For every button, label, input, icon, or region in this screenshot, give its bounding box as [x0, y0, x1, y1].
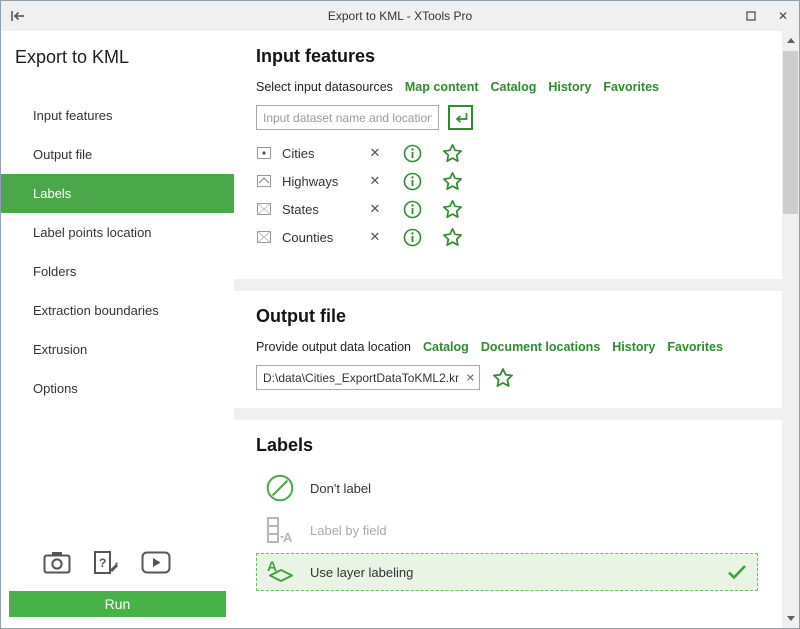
link-catalog[interactable]: Catalog [491, 80, 537, 94]
output-file-prompt: Provide output data location [256, 340, 411, 354]
sidebar: Export to KML Input features Output file… [1, 31, 234, 628]
section-divider [234, 279, 782, 291]
layer-row-counties: Counties ✕ [256, 223, 764, 251]
feedback-help-icon[interactable]: ? [93, 550, 119, 575]
layer-name: Counties [282, 230, 358, 245]
layer-info-icon[interactable] [392, 172, 432, 191]
clear-path-icon[interactable]: ✕ [466, 371, 475, 384]
selected-check-icon [727, 564, 747, 580]
option-label-by-field[interactable]: A Label by field [256, 511, 758, 549]
layer-name: Cities [282, 146, 358, 161]
polygon-layer-icon [256, 201, 274, 217]
add-dataset-enter-icon[interactable] [448, 105, 473, 130]
titlebar: Export to KML - XTools Pro ✕ [1, 1, 799, 31]
link-history[interactable]: History [548, 80, 591, 94]
sidebar-title: Export to KML [1, 31, 234, 68]
layer-info-icon[interactable] [392, 144, 432, 163]
remove-layer-icon[interactable]: ✕ [358, 145, 392, 161]
sidebar-item-folders[interactable]: Folders [1, 252, 234, 291]
scroll-up-icon[interactable] [782, 32, 799, 49]
scroll-down-icon[interactable] [782, 610, 799, 627]
dataset-name-input[interactable] [256, 105, 439, 130]
svg-text:A: A [283, 530, 293, 545]
layer-favorite-star-icon[interactable] [432, 199, 472, 220]
line-layer-icon [256, 173, 274, 189]
output-favorite-star-icon[interactable] [492, 367, 514, 389]
main-content: Input features Select input datasources … [234, 31, 782, 628]
layer-row-states: States ✕ [256, 195, 764, 223]
input-features-section: Input features Select input datasources … [234, 31, 782, 279]
sidebar-item-input-features[interactable]: Input features [1, 96, 234, 135]
collapse-panel-icon[interactable] [10, 10, 25, 22]
layer-row-highways: Highways ✕ [256, 167, 764, 195]
dont-label-icon [263, 473, 297, 503]
run-button[interactable]: Run [9, 591, 226, 617]
layer-favorite-star-icon[interactable] [432, 227, 472, 248]
output-file-title: Output file [256, 306, 764, 327]
link-history[interactable]: History [612, 340, 655, 354]
link-document-locations[interactable]: Document locations [481, 340, 600, 354]
input-features-title: Input features [256, 46, 764, 67]
layer-name: Highways [282, 174, 358, 189]
link-map-content[interactable]: Map content [405, 80, 479, 94]
remove-layer-icon[interactable]: ✕ [358, 173, 392, 189]
layer-row-cities: Cities ✕ [256, 139, 764, 167]
option-label: Use layer labeling [310, 565, 413, 580]
labels-section: Labels Don't label [234, 420, 782, 628]
sidebar-item-labels[interactable]: Labels [1, 174, 234, 213]
remove-layer-icon[interactable]: ✕ [358, 201, 392, 217]
sidebar-item-output-file[interactable]: Output file [1, 135, 234, 174]
input-features-prompt: Select input datasources [256, 80, 393, 94]
svg-text:?: ? [99, 556, 106, 570]
sidebar-item-extrusion[interactable]: Extrusion [1, 330, 234, 369]
output-file-section: Output file Provide output data location… [234, 291, 782, 408]
export-to-kml-window: Export to KML - XTools Pro ✕ Export to K… [0, 0, 800, 629]
polygon-layer-icon [256, 229, 274, 245]
label-by-field-icon: A [263, 515, 297, 545]
option-use-layer-labeling[interactable]: A Use layer labeling [256, 553, 758, 591]
link-favorites[interactable]: Favorites [667, 340, 723, 354]
option-label: Label by field [310, 523, 387, 538]
link-favorites[interactable]: Favorites [603, 80, 659, 94]
vertical-scrollbar[interactable] [782, 31, 799, 628]
sidebar-item-options[interactable]: Options [1, 369, 234, 408]
maximize-button[interactable] [735, 1, 767, 31]
use-layer-labeling-icon: A [263, 557, 297, 587]
screenshot-camera-icon[interactable] [43, 551, 71, 574]
window-title: Export to KML - XTools Pro [1, 9, 799, 23]
layer-name: States [282, 202, 358, 217]
sidebar-item-extraction-boundaries[interactable]: Extraction boundaries [1, 291, 234, 330]
close-button[interactable]: ✕ [767, 1, 799, 31]
layer-favorite-star-icon[interactable] [432, 143, 472, 164]
sidebar-nav: Input features Output file Labels Label … [1, 96, 234, 408]
layer-favorite-star-icon[interactable] [432, 171, 472, 192]
video-tutorial-icon[interactable] [141, 551, 171, 574]
section-divider [234, 408, 782, 420]
layer-info-icon[interactable] [392, 200, 432, 219]
option-dont-label[interactable]: Don't label [256, 469, 758, 507]
labels-title: Labels [256, 435, 764, 456]
point-layer-icon [256, 145, 274, 161]
layer-info-icon[interactable] [392, 228, 432, 247]
scrollbar-thumb[interactable] [783, 51, 798, 214]
option-label: Don't label [310, 481, 371, 496]
output-path-input[interactable] [256, 365, 480, 390]
link-catalog[interactable]: Catalog [423, 340, 469, 354]
sidebar-item-label-points-location[interactable]: Label points location [1, 213, 234, 252]
remove-layer-icon[interactable]: ✕ [358, 229, 392, 245]
